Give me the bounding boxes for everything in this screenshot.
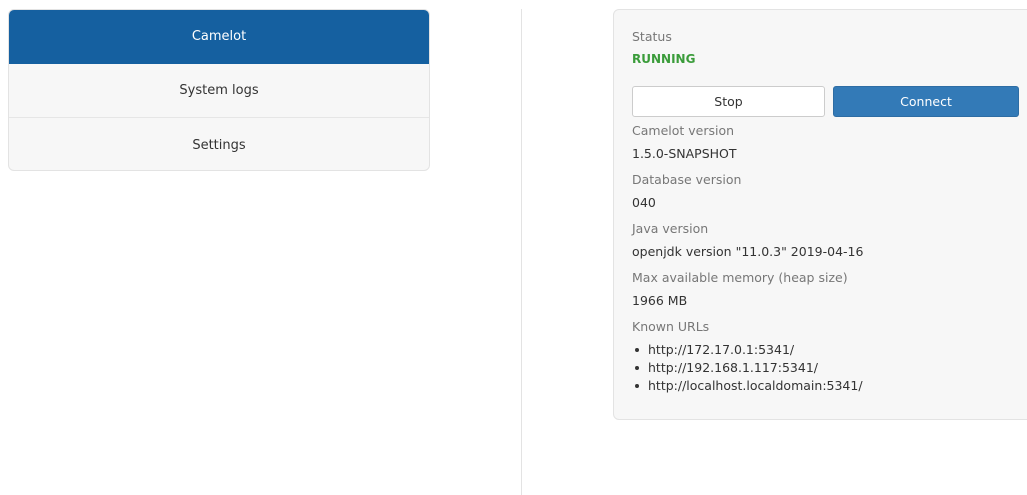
- list-item: http://localhost.localdomain:5341/: [632, 377, 863, 395]
- vertical-divider: [521, 9, 522, 495]
- connect-button[interactable]: Connect: [833, 86, 1019, 117]
- known-url: http://192.168.1.117:5341/: [648, 360, 818, 375]
- java-version-value: openjdk version "11.0.3" 2019-04-16: [632, 244, 864, 259]
- bullet-icon: [635, 366, 639, 370]
- status-panel: Status RUNNING Stop Connect Camelot vers…: [613, 9, 1027, 420]
- java-version-label: Java version: [632, 221, 709, 236]
- camelot-version-label: Camelot version: [632, 123, 735, 138]
- list-item: http://192.168.1.117:5341/: [632, 359, 863, 377]
- max-memory-label: Max available memory (heap size): [632, 270, 848, 285]
- known-urls-list: http://172.17.0.1:5341/ http://192.168.1…: [632, 341, 863, 395]
- known-url: http://localhost.localdomain:5341/: [648, 378, 863, 393]
- known-url: http://172.17.0.1:5341/: [648, 342, 795, 357]
- max-memory-value: 1966 MB: [632, 293, 688, 308]
- database-version-label: Database version: [632, 172, 742, 187]
- status-label: Status: [632, 29, 672, 44]
- database-version-value: 040: [632, 195, 656, 210]
- status-value: RUNNING: [632, 52, 696, 66]
- bullet-icon: [635, 384, 639, 388]
- nav-item-system-logs[interactable]: System logs: [9, 64, 429, 118]
- stop-button[interactable]: Stop: [632, 86, 825, 117]
- known-urls-label: Known URLs: [632, 319, 710, 334]
- list-item: http://172.17.0.1:5341/: [632, 341, 863, 359]
- nav-item-settings[interactable]: Settings: [9, 118, 429, 170]
- bullet-icon: [635, 348, 639, 352]
- camelot-version-value: 1.5.0-SNAPSHOT: [632, 146, 737, 161]
- nav-item-camelot[interactable]: Camelot: [9, 10, 429, 64]
- nav-menu: Camelot System logs Settings: [8, 9, 430, 171]
